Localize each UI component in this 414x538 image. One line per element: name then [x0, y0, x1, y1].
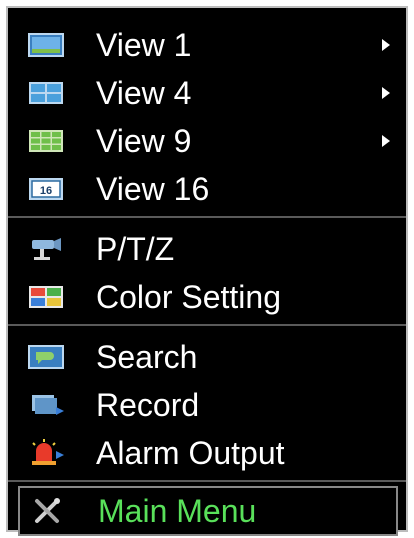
separator — [8, 216, 406, 218]
ptz-camera-icon — [26, 235, 66, 263]
search-icon — [26, 343, 66, 371]
view-4-icon — [26, 79, 66, 107]
menu-item-record[interactable]: Record — [18, 382, 398, 428]
record-icon — [26, 391, 66, 419]
view-1-icon — [26, 31, 66, 59]
view-9-icon — [26, 127, 66, 155]
menu-item-ptz[interactable]: P/T/Z — [18, 226, 398, 272]
menu-item-search[interactable]: Search — [18, 334, 398, 380]
menu-item-label: View 4 — [96, 75, 192, 111]
tools-icon — [28, 497, 68, 525]
menu-item-color-setting[interactable]: Color Setting — [18, 274, 398, 320]
menu-item-label: Color Setting — [96, 279, 281, 315]
submenu-arrow-icon — [380, 85, 392, 101]
menu-item-label: Record — [96, 387, 200, 423]
menu-item-label: View 16 — [96, 171, 210, 207]
separator — [8, 324, 406, 326]
submenu-arrow-icon — [380, 37, 392, 53]
menu-item-label: Alarm Output — [96, 435, 285, 471]
menu-item-view-9[interactable]: View 9 — [18, 118, 398, 164]
menu-item-view-1[interactable]: View 1 — [18, 22, 398, 68]
menu-item-view-16[interactable]: 16 View 16 — [18, 166, 398, 212]
color-setting-icon — [26, 283, 66, 311]
menu-item-alarm-output[interactable]: Alarm Output — [18, 430, 398, 476]
menu-item-label: Search — [96, 339, 198, 375]
context-menu: View 1 View 4 View 9 16 View 16 P/T/Z Co… — [6, 6, 408, 536]
submenu-arrow-icon — [380, 133, 392, 149]
view-16-badge-text: 16 — [40, 185, 52, 197]
menu-item-label: View 1 — [96, 27, 192, 63]
alarm-output-icon — [26, 439, 66, 467]
menu-item-view-4[interactable]: View 4 — [18, 70, 398, 116]
menu-item-label: P/T/Z — [96, 231, 175, 267]
menu-item-label: Main Menu — [98, 493, 257, 529]
view-16-icon: 16 — [26, 175, 66, 203]
separator — [8, 480, 406, 482]
menu-item-main-menu[interactable]: Main Menu — [18, 486, 398, 536]
menu-item-label: View 9 — [96, 123, 192, 159]
